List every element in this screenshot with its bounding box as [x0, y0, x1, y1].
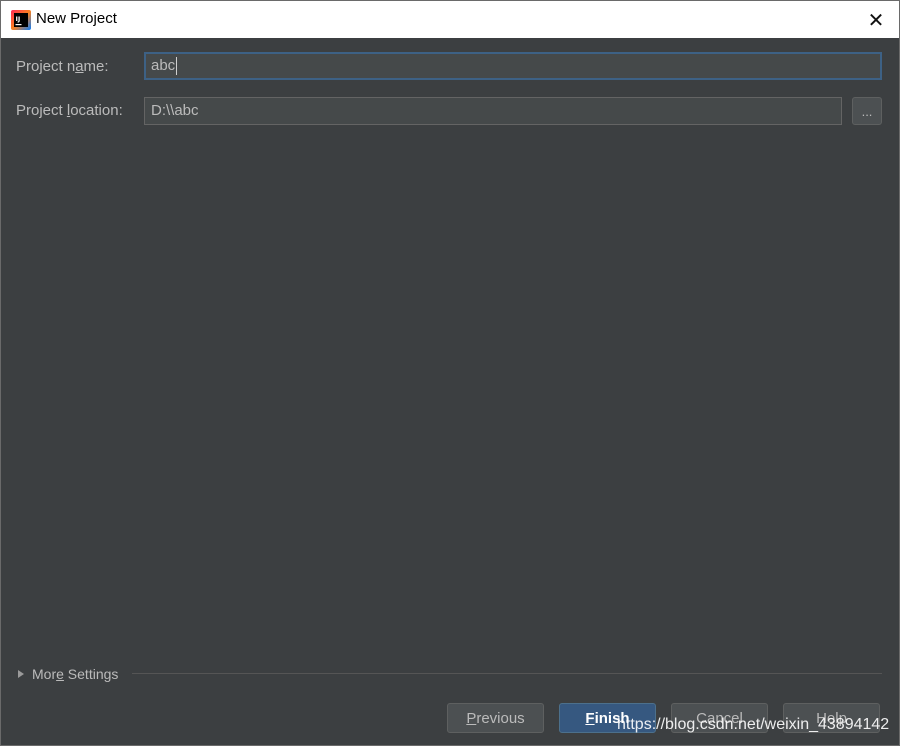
close-icon: ✕	[867, 7, 885, 32]
more-settings-divider	[132, 673, 882, 674]
watermark-text: https://blog.csdn.net/weixin_43894142	[617, 716, 890, 733]
new-project-dialog: IJ New Project ✕ Project name: abc Proje…	[0, 0, 900, 746]
project-name-label: Project name:	[16, 58, 109, 75]
window-title: New Project	[36, 10, 117, 27]
title-bar: IJ New Project ✕	[1, 1, 899, 38]
more-settings-label: More Settings	[32, 666, 119, 682]
dialog-content: Project name: abc Project location: D:\\…	[1, 38, 899, 745]
intellij-idea-icon: IJ	[11, 10, 31, 30]
svg-text:IJ: IJ	[16, 15, 21, 23]
more-settings-toggle[interactable]: More Settings	[16, 665, 118, 683]
previous-button[interactable]: Previous	[447, 703, 544, 733]
project-name-input[interactable]: abc	[144, 52, 882, 80]
triangle-right-icon	[18, 670, 24, 678]
close-button[interactable]: ✕	[853, 1, 899, 38]
project-location-label: Project location:	[16, 102, 123, 119]
browse-location-button[interactable]: ...	[852, 97, 882, 125]
project-location-input[interactable]: D:\\abc	[144, 97, 842, 125]
text-caret	[176, 57, 178, 76]
